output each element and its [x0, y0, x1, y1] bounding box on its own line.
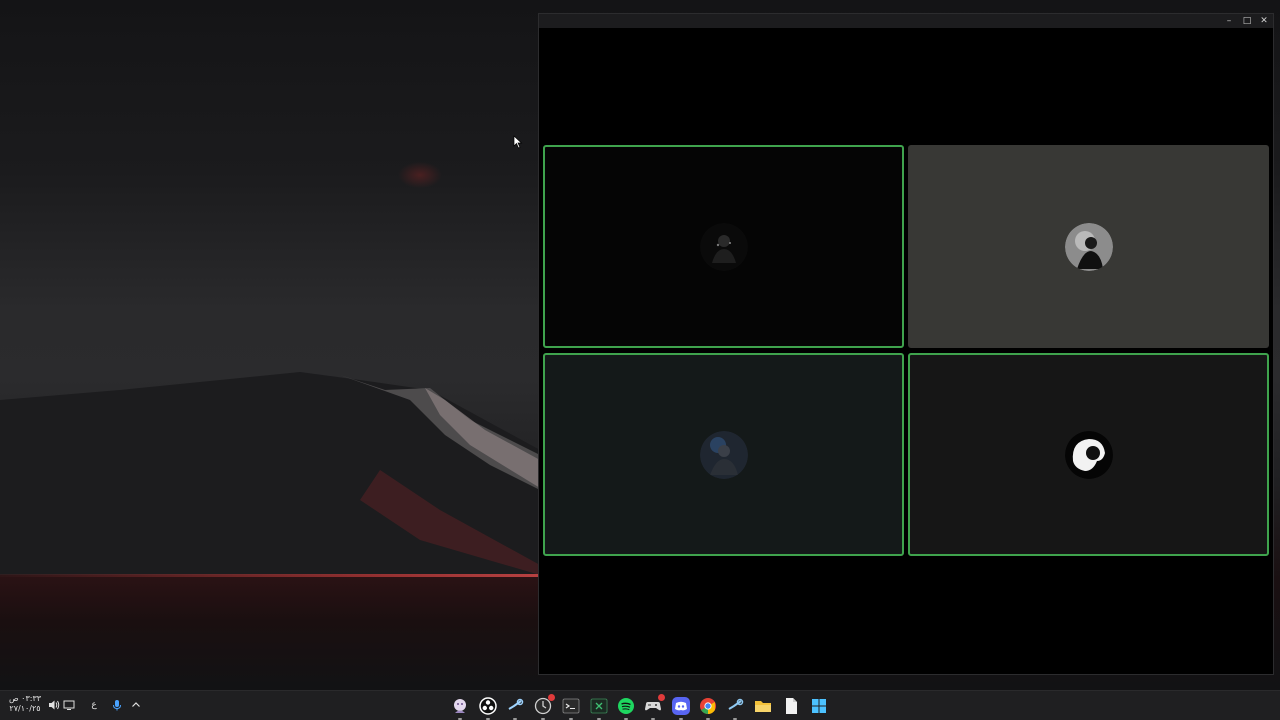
- video-call-window: – □ ✕: [538, 13, 1274, 675]
- file-explorer-icon[interactable]: [753, 696, 773, 716]
- water-reflection: [0, 577, 540, 687]
- game-controller-icon[interactable]: [643, 694, 665, 720]
- close-button[interactable]: ✕: [1258, 16, 1270, 26]
- participant-avatar-1: [699, 222, 748, 271]
- steam-alt-icon[interactable]: [725, 696, 745, 720]
- chrome-icon[interactable]: [698, 696, 718, 720]
- maximize-button[interactable]: □: [1241, 16, 1253, 26]
- chevron-up-icon[interactable]: [129, 698, 143, 712]
- participant-avatar-2: [1064, 222, 1113, 271]
- windows-start-icon[interactable]: [809, 696, 829, 716]
- participant-tile-2[interactable]: [908, 145, 1269, 348]
- anime-app-icon[interactable]: [450, 696, 470, 720]
- document-icon[interactable]: [781, 696, 801, 716]
- discord-icon[interactable]: [671, 696, 691, 720]
- terminal-x-icon[interactable]: [589, 696, 609, 720]
- dune-landscape: [0, 372, 540, 575]
- volume-icon[interactable]: [47, 698, 61, 712]
- microphone-icon[interactable]: [110, 698, 124, 712]
- steam-icon[interactable]: [505, 696, 525, 720]
- clock-date: ٢٧/١٠/٢٥: [9, 704, 41, 713]
- display-icon[interactable]: [62, 698, 76, 712]
- participant-tile-1[interactable]: [543, 145, 904, 348]
- participant-tile-4[interactable]: [908, 353, 1269, 556]
- system-clock[interactable]: ٠٣:٣٣ ص ٢٧/١٠/٢٥: [8, 694, 42, 714]
- participant-tile-3[interactable]: [543, 353, 904, 556]
- clock-time: ٠٣:٣٣ ص: [8, 694, 42, 703]
- taskbar: ٠٣:٣٣ ص ٢٧/١٠/٢٥ ع: [0, 690, 1280, 720]
- minimize-button[interactable]: –: [1223, 16, 1235, 26]
- participant-avatar-4: [1064, 430, 1113, 479]
- input-language-indicator[interactable]: ع: [88, 698, 100, 712]
- mouse-cursor-icon: [513, 135, 523, 149]
- spotify-icon[interactable]: [616, 696, 636, 720]
- terminal-icon[interactable]: [561, 696, 581, 720]
- participant-avatar-3: [699, 430, 748, 479]
- app-with-badge-icon[interactable]: [533, 694, 555, 720]
- window-titlebar[interactable]: – □ ✕: [539, 14, 1273, 28]
- obs-icon[interactable]: [478, 696, 498, 720]
